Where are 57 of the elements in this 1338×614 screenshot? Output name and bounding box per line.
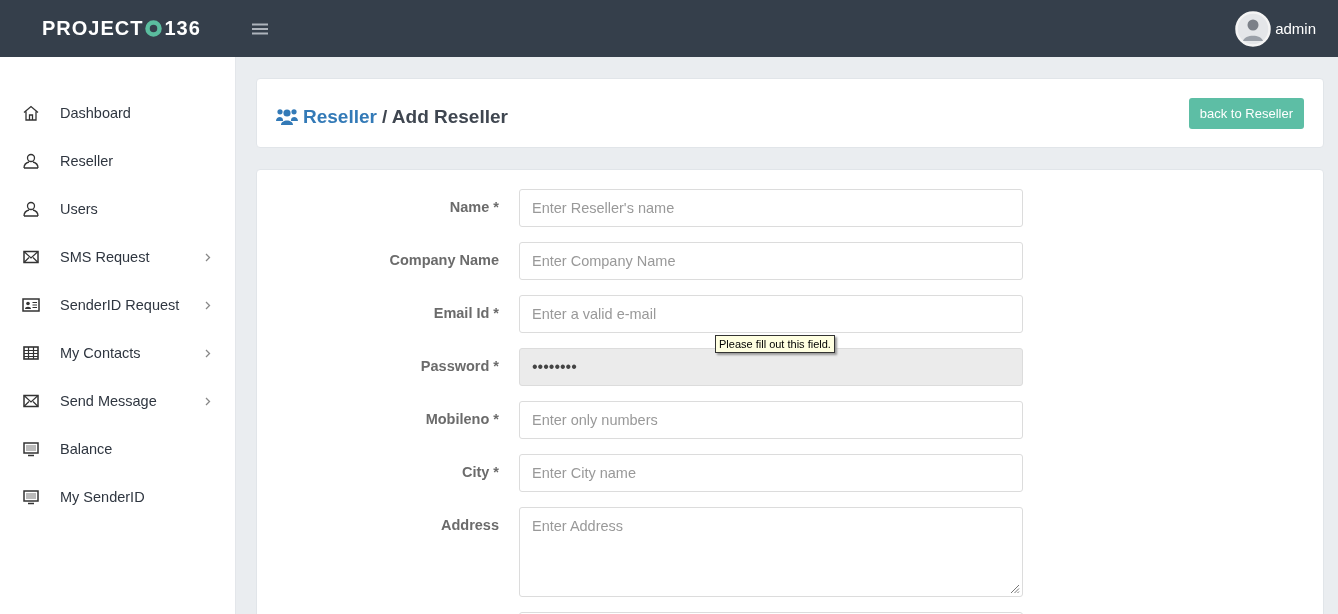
sidebar-item[interactable]: SMS Request [0,233,235,281]
monitor-icon [22,489,40,505]
users-icon [276,108,298,126]
chevron-right-icon [205,348,211,358]
sidebar-label: SMS Request [60,249,150,265]
resize-grip-icon[interactable] [1009,583,1020,594]
field-label: Name * [448,198,500,217]
logo[interactable]: PROJECT 136 [0,17,210,40]
logo-text: PROJECT [42,17,144,40]
input-field[interactable]: Enter a valid e-mail [519,295,1023,333]
user-icon [22,201,40,217]
sidebar-label: Send Message [60,393,157,409]
sidebar-label: SenderID Request [60,297,180,313]
input-field[interactable]: Enter City name [519,454,1023,492]
chevron-right-icon [205,252,211,262]
sidebar-label: Dashboard [60,105,131,121]
sidebar-label: Users [60,201,98,217]
user-name[interactable]: admin [1275,20,1316,37]
field-label: Password * [419,357,500,376]
home-icon [22,105,40,121]
envelope-icon [22,394,40,408]
monitor-icon [22,441,40,457]
sidebar-item[interactable]: Reseller [0,137,235,185]
input-field[interactable]: •••••••• [519,348,1023,386]
menu-icon[interactable] [252,22,268,35]
sidebar-label: My SenderID [60,489,145,505]
field-label: City * [460,463,500,482]
validation-tooltip: Please fill out this field. [715,335,835,353]
chevron-right-icon [205,396,211,406]
table-icon [22,346,40,360]
sidebar-item[interactable]: My SenderID [0,473,235,521]
field-label: Email Id * [432,304,500,323]
envelope-icon [22,250,40,264]
field-label: Company Name [388,251,500,270]
sidebar-item[interactable]: Dashboard [0,89,235,137]
page-title: / Add Reseller [381,106,508,128]
input-field[interactable]: Enter Company Name [519,242,1023,280]
sidebar-item[interactable]: Send Message [0,377,235,425]
sidebar-label: Reseller [60,153,114,169]
field-label: Mobileno * [424,410,500,429]
sidebar-item[interactable]: Balance [0,425,235,473]
id-card-icon [22,298,40,312]
ring-icon [145,20,163,37]
sidebar-label: My Contacts [60,345,141,361]
sidebar-item[interactable]: My Contacts [0,329,235,377]
sidebar-label: Balance [60,441,113,457]
input-field[interactable]: Enter Reseller's name [519,189,1023,227]
placeholder-text: Enter Address [532,518,624,534]
user-icon [22,153,40,169]
avatar-icon[interactable] [1235,10,1272,47]
sidebar-item[interactable]: Users [0,185,235,233]
logo-text: 136 [164,17,201,40]
breadcrumb-link[interactable]: Reseller [303,106,377,128]
field-label: Address [439,516,500,535]
chevron-right-icon [205,300,211,310]
sidebar-item[interactable]: SenderID Request [0,281,235,329]
input-field[interactable]: Enter only numbers [519,401,1023,439]
